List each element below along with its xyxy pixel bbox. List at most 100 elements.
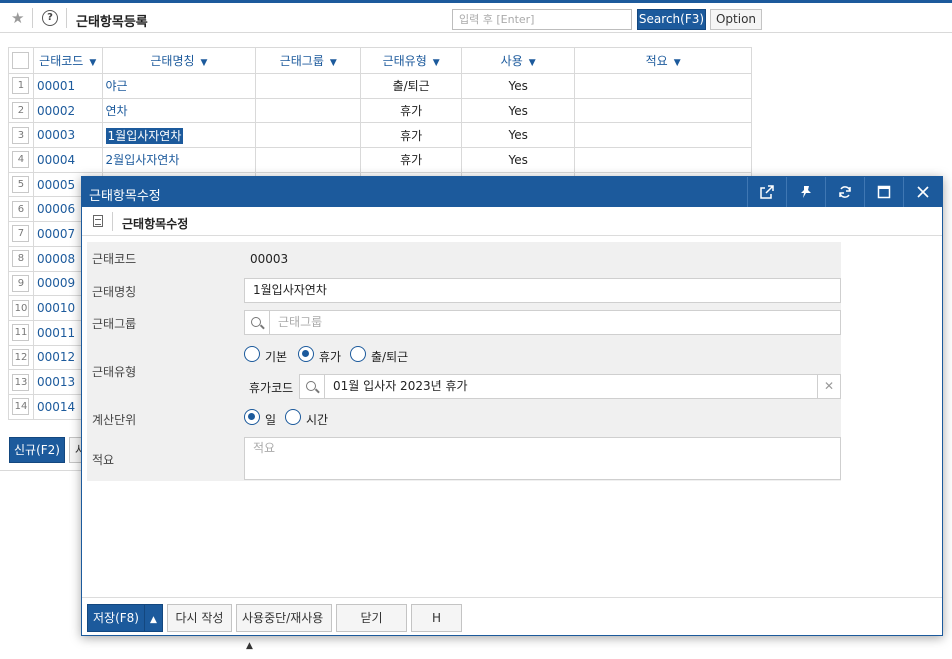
sort-arrow-icon[interactable]: ▼ <box>330 58 337 68</box>
external-link-icon <box>760 185 774 199</box>
close-footer-button[interactable]: 닫기 <box>336 604 407 632</box>
code-value: 00003 <box>250 252 289 266</box>
h-button[interactable]: H <box>411 604 462 632</box>
row-number[interactable]: 14 <box>8 393 34 420</box>
refresh-button[interactable] <box>825 177 864 207</box>
search-button[interactable]: Search(F3) <box>637 9 706 30</box>
row-number[interactable]: 8 <box>8 245 34 272</box>
cell-desc[interactable] <box>574 147 752 173</box>
cell-name-text: 야근 <box>105 79 128 94</box>
cell-code[interactable]: 00004 <box>32 147 103 173</box>
row-number[interactable]: 6 <box>8 196 34 223</box>
cell-use[interactable]: Yes <box>461 97 576 124</box>
cell-type[interactable]: 휴가 <box>360 122 463 149</box>
cell-group[interactable] <box>255 147 362 173</box>
table-row[interactable]: 2 00002 연차 휴가 Yes <box>8 97 752 124</box>
cell-use[interactable]: Yes <box>461 147 576 173</box>
modal-header[interactable]: 근태항목수정 <box>82 177 942 207</box>
row-number[interactable]: 3 <box>8 122 34 149</box>
row-number[interactable]: 4 <box>8 147 34 173</box>
favorite-star-icon[interactable]: ★ <box>11 9 24 27</box>
row-number[interactable]: 7 <box>8 221 34 247</box>
select-all-checkbox[interactable] <box>12 52 30 69</box>
document-icon <box>93 215 103 227</box>
cell-code-text: 00010 <box>36 301 76 316</box>
desc-textarea[interactable]: 적요 <box>244 437 841 480</box>
cell-type[interactable]: 휴가 <box>360 97 463 124</box>
row-number[interactable]: 13 <box>8 369 34 395</box>
toggle-use-button[interactable]: 사용중단/재사용 ▲ <box>236 604 332 651</box>
row-number-text: 3 <box>12 126 30 144</box>
cell-name[interactable]: 2월입사자연차 <box>101 147 257 173</box>
unit-option-label: 일 <box>265 413 277 427</box>
leave-code-field[interactable]: 01월 입사자 2023년 휴가 <box>324 374 818 399</box>
cell-code[interactable]: 00003 <box>32 122 103 149</box>
header-type[interactable]: 근태유형 ▼ <box>360 47 463 74</box>
type-option-label: 휴가 <box>319 350 342 364</box>
sort-arrow-icon[interactable]: ▼ <box>201 58 208 68</box>
cell-desc[interactable] <box>574 122 752 149</box>
header-desc[interactable]: 적요 ▼ <box>574 47 752 74</box>
name-field[interactable]: 1월입사자연차 <box>244 278 841 303</box>
cell-group[interactable] <box>255 73 362 99</box>
table-row[interactable]: 3 00003 1월입사자연차 휴가 Yes <box>8 122 752 149</box>
row-number[interactable]: 11 <box>8 319 34 346</box>
cell-name[interactable]: 1월입사자연차 <box>101 122 257 149</box>
cell-name[interactable]: 연차 <box>101 97 257 124</box>
header-code[interactable]: 근태코드 ▼ <box>32 47 103 74</box>
type-radio-basic[interactable] <box>244 346 260 362</box>
save-button[interactable]: 저장(F8) <box>87 604 145 632</box>
save-dropdown-button[interactable]: ▲ <box>144 604 163 632</box>
new-button[interactable]: 신규(F2) <box>9 437 65 463</box>
header-use[interactable]: 사용 ▼ <box>461 47 576 74</box>
maximize-button[interactable] <box>864 177 903 207</box>
cell-type[interactable]: 출/퇴근 <box>360 73 463 99</box>
cell-use[interactable]: Yes <box>461 73 576 99</box>
row-number[interactable]: 10 <box>8 295 34 321</box>
refresh-icon <box>839 186 851 198</box>
option-button[interactable]: Option <box>710 9 762 30</box>
help-icon[interactable]: ? <box>42 10 58 26</box>
sort-arrow-icon[interactable]: ▼ <box>529 58 536 68</box>
select-all-cell[interactable] <box>8 47 34 74</box>
cell-type-text: 휴가 <box>400 153 423 168</box>
table-row[interactable]: 1 00001 야근 출/퇴근 Yes <box>8 73 752 99</box>
cell-code-text: 00011 <box>36 325 76 340</box>
cell-group[interactable] <box>255 97 362 124</box>
leave-code-search-button[interactable] <box>299 374 325 399</box>
pin-button[interactable] <box>786 177 825 207</box>
row-number[interactable]: 5 <box>8 171 34 198</box>
cell-use[interactable]: Yes <box>461 122 576 149</box>
cell-code[interactable]: 00001 <box>32 73 103 99</box>
cell-desc[interactable] <box>574 97 752 124</box>
header-name[interactable]: 근태명칭 ▼ <box>101 47 257 74</box>
table-row[interactable]: 4 00004 2월입사자연차 휴가 Yes <box>8 147 752 173</box>
row-number[interactable]: 2 <box>8 97 34 124</box>
header-group[interactable]: 근태그룹 ▼ <box>255 47 362 74</box>
cell-desc[interactable] <box>574 73 752 99</box>
cell-code[interactable]: 00002 <box>32 97 103 124</box>
unit-radio-hour[interactable] <box>285 409 301 425</box>
sort-arrow-icon[interactable]: ▼ <box>433 58 440 68</box>
group-search-button[interactable] <box>244 310 270 335</box>
rewrite-button[interactable]: 다시 작성 <box>167 604 232 632</box>
popout-button[interactable] <box>747 177 786 207</box>
unit-radio-day[interactable] <box>244 409 260 425</box>
cell-group[interactable] <box>255 122 362 149</box>
row-number[interactable]: 9 <box>8 270 34 297</box>
sort-arrow-icon[interactable]: ▼ <box>89 58 96 68</box>
cell-code-text: 00008 <box>36 251 76 266</box>
close-button[interactable] <box>903 177 942 207</box>
cell-type[interactable]: 휴가 <box>360 147 463 173</box>
clear-icon[interactable]: ✕ <box>817 374 841 399</box>
cell-name[interactable]: 야근 <box>101 73 257 99</box>
group-field[interactable]: 근태그룹 <box>269 310 841 335</box>
type-radio-commute[interactable] <box>350 346 366 362</box>
type-label: 근태유형 <box>92 365 137 379</box>
type-radio-leave[interactable] <box>298 346 314 362</box>
row-number[interactable]: 1 <box>8 73 34 99</box>
page-title: 근태항목등록 <box>76 15 148 30</box>
sort-arrow-icon[interactable]: ▼ <box>674 58 681 68</box>
search-input[interactable] <box>452 9 632 30</box>
row-number[interactable]: 12 <box>8 344 34 371</box>
